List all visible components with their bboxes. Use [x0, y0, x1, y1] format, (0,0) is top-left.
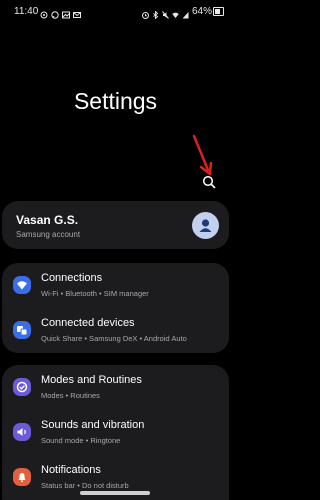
notifications-title: Notifications [41, 464, 101, 476]
signal-icon [182, 6, 189, 19]
notifications-subtitle: Status bar • Do not disturb [41, 481, 129, 490]
at-sign-icon [40, 6, 48, 19]
connected-devices-icon [13, 321, 31, 339]
sounds-vibration-item[interactable]: Sounds and vibration Sound mode • Ringto… [2, 410, 229, 455]
connections-item[interactable]: Connections Wi-Fi • Bluetooth • SIM mana… [2, 263, 229, 308]
wifi-icon [13, 276, 31, 294]
sounds-vibration-title: Sounds and vibration [41, 419, 145, 431]
modes-routines-subtitle: Modes • Routines [41, 391, 100, 400]
connected-devices-subtitle: Quick Share • Samsung DeX • Android Auto [41, 334, 187, 343]
wifi-icon [172, 6, 179, 18]
connected-devices-title: Connected devices [41, 317, 135, 329]
avatar[interactable] [192, 212, 219, 239]
connected-devices-item[interactable]: Connected devices Quick Share • Samsung … [2, 308, 229, 353]
alarm-icon [142, 6, 149, 19]
bluetooth-icon [152, 6, 159, 20]
chat-icon [51, 6, 59, 19]
mail-icon [73, 6, 81, 18]
bell-icon [13, 468, 31, 486]
status-left-icons [40, 6, 81, 19]
check-circle-icon [13, 378, 31, 396]
person-icon [199, 219, 212, 232]
settings-group-2: Modes and Routines Modes • Routines Soun… [2, 365, 229, 500]
settings-group-1: Connections Wi-Fi • Bluetooth • SIM mana… [2, 263, 229, 353]
page-title: Settings [73, 88, 158, 114]
search-icon [202, 175, 216, 189]
home-indicator[interactable] [80, 491, 150, 495]
profile-card[interactable]: Vasan G.S. Samsung account [2, 201, 229, 249]
image-icon [62, 6, 70, 19]
status-right-icons [142, 6, 189, 20]
modes-routines-item[interactable]: Modes and Routines Modes • Routines [2, 365, 229, 410]
profile-name: Vasan G.S. [16, 213, 79, 227]
profile-subtitle: Samsung account [16, 230, 81, 239]
modes-routines-title: Modes and Routines [41, 374, 142, 386]
sounds-vibration-subtitle: Sound mode • Ringtone [41, 436, 121, 445]
battery-icon [213, 7, 224, 16]
mute-icon [162, 6, 169, 19]
sound-icon [13, 423, 31, 441]
status-time: 11:40 [14, 6, 39, 17]
search-button[interactable] [199, 172, 219, 192]
status-bar: 11:40 64% [0, 0, 231, 24]
connections-subtitle: Wi-Fi • Bluetooth • SIM manager [41, 289, 149, 298]
connections-title: Connections [41, 272, 103, 284]
battery-percent: 64% [191, 6, 212, 17]
